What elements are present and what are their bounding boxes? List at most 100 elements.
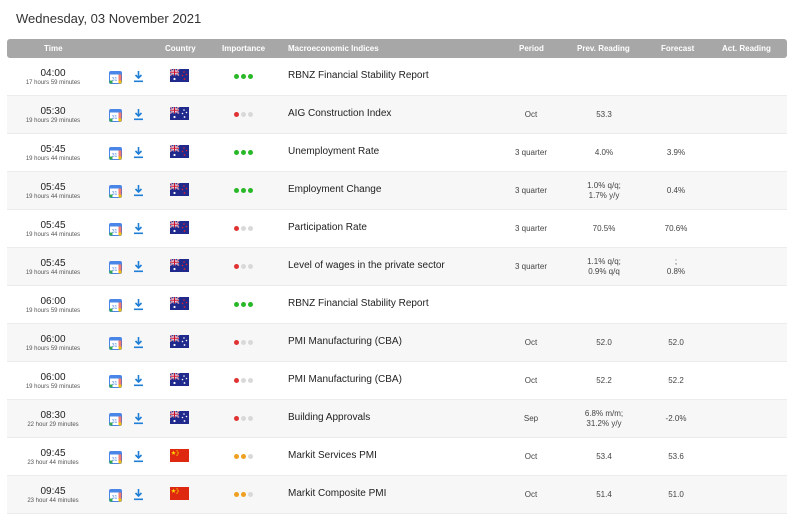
importance-indicator <box>234 416 255 422</box>
china-flag-icon <box>170 449 189 462</box>
period-cell: 3 quarter <box>514 262 548 271</box>
indicator-name[interactable]: PMI Manufacturing (CBA) <box>288 374 402 385</box>
time-cell: 06:00 19 hours 59 minutes <box>7 372 99 391</box>
prev-reading-cell: 1.0% q/q; 1.7% y/y <box>587 181 621 200</box>
calendar-icon[interactable]: 31 <box>109 337 122 350</box>
table-row[interactable]: 08:30 22 hour 29 minutes 31 Building Approv… <box>7 400 787 438</box>
time-remaining: 19 hours 44 minutes <box>25 194 81 200</box>
download-icon[interactable] <box>133 374 144 387</box>
download-icon[interactable] <box>133 260 144 273</box>
table-row[interactable]: 05:45 19 hours 44 minutes 31 Unemployment R… <box>7 134 787 172</box>
header-time[interactable]: Time <box>44 44 63 53</box>
importance-dot <box>248 302 253 307</box>
period-cell: Oct <box>524 452 538 461</box>
download-icon[interactable] <box>133 298 144 311</box>
header-actual[interactable]: Act. Reading <box>722 44 771 53</box>
calendar-icon[interactable]: 31 <box>109 223 122 236</box>
calendar-icon[interactable]: 31 <box>109 109 122 122</box>
importance-dot <box>248 416 253 421</box>
download-icon[interactable] <box>133 108 144 121</box>
indicator-name[interactable]: PMI Manufacturing (CBA) <box>288 336 402 347</box>
header-indicator[interactable]: Macroeconomic Indices <box>288 44 379 53</box>
calendar-icon[interactable]: 31 <box>109 413 122 426</box>
importance-indicator <box>234 340 255 346</box>
download-icon[interactable] <box>133 488 144 501</box>
australia-flag-icon <box>169 334 189 348</box>
indicator-name[interactable]: RBNZ Financial Stability Report <box>288 298 429 309</box>
period-cell: Oct <box>524 338 538 347</box>
indicator-name[interactable]: Markit Services PMI <box>288 450 377 461</box>
importance-dot <box>241 416 246 421</box>
importance-dot <box>234 112 239 117</box>
header-prev[interactable]: Prev. Reading <box>577 44 630 53</box>
indicator-name[interactable]: Markit Composite PMI <box>288 488 386 499</box>
importance-dot <box>234 302 239 307</box>
download-icon[interactable] <box>133 450 144 463</box>
calendar-icon[interactable]: 31 <box>109 71 122 84</box>
event-time: 05:45 <box>40 182 66 193</box>
importance-indicator <box>234 226 255 232</box>
event-time: 05:45 <box>40 258 66 269</box>
table-row[interactable]: 09:45 23 hour 44 minutes 31 Markit Services… <box>7 438 787 476</box>
table-header: Time Country Importance Macroeconomic In… <box>7 39 787 58</box>
calendar-icon[interactable]: 31 <box>109 147 122 160</box>
importance-indicator <box>234 378 255 384</box>
importance-dot <box>241 150 246 155</box>
table-row[interactable]: 05:45 19 hours 44 minutes 31 Employment Cha… <box>7 172 787 210</box>
indicator-name[interactable]: Participation Rate <box>288 222 367 233</box>
event-time: 05:45 <box>40 144 66 155</box>
importance-dot <box>241 112 246 117</box>
table-row[interactable]: 05:45 19 hours 44 minutes 31 Participation … <box>7 210 787 248</box>
svg-text:31: 31 <box>112 115 118 121</box>
table-row[interactable]: 09:45 23 hour 44 minutes 31 Markit Composit… <box>7 476 787 514</box>
time-cell: 05:30 19 hours 29 minutes <box>7 106 99 125</box>
header-period[interactable]: Period <box>519 44 544 53</box>
calendar-icon[interactable]: 31 <box>109 299 122 312</box>
table-row[interactable]: 05:30 19 hours 29 minutes 31 AIG Constructi… <box>7 96 787 134</box>
download-icon[interactable] <box>133 336 144 349</box>
table-row[interactable]: 06:00 19 hours 59 minutes 31 PMI Manufactur… <box>7 324 787 362</box>
prev-reading-cell: 51.4 <box>596 490 612 499</box>
new-zealand-flag-icon <box>169 182 189 196</box>
importance-dot <box>248 150 253 155</box>
header-forecast[interactable]: Forecast <box>661 44 694 53</box>
time-remaining: 23 hour 44 minutes <box>27 498 79 504</box>
calendar-icon[interactable]: 31 <box>109 185 122 198</box>
importance-dot <box>234 492 239 497</box>
period-cell: Oct <box>524 490 538 499</box>
download-icon[interactable] <box>133 70 144 83</box>
svg-text:31: 31 <box>112 457 118 463</box>
table-row[interactable]: 04:00 17 hours 59 minutes 31 RBNZ Financial… <box>7 58 787 96</box>
importance-dot <box>248 378 253 383</box>
header-importance[interactable]: Importance <box>222 44 265 53</box>
indicator-name[interactable]: RBNZ Financial Stability Report <box>288 70 429 81</box>
time-cell: 09:45 23 hour 44 minutes <box>7 448 99 467</box>
indicator-name[interactable]: Building Approvals <box>288 412 370 423</box>
importance-dot <box>248 226 253 231</box>
forecast-cell: -2.0% <box>665 414 687 423</box>
svg-text:31: 31 <box>112 495 118 501</box>
table-row[interactable]: 06:00 19 hours 59 minutes 31 PMI Manufactur… <box>7 362 787 400</box>
download-icon[interactable] <box>133 184 144 197</box>
download-icon[interactable] <box>133 146 144 159</box>
calendar-icon[interactable]: 31 <box>109 375 122 388</box>
importance-dot <box>248 492 253 497</box>
calendar-icon[interactable]: 31 <box>109 451 122 464</box>
table-row[interactable]: 05:45 19 hours 44 minutes 31 Level of wages… <box>7 248 787 286</box>
calendar-icon[interactable]: 31 <box>109 261 122 274</box>
indicator-name[interactable]: Employment Change <box>288 184 381 195</box>
download-icon[interactable] <box>133 222 144 235</box>
calendar-icon[interactable]: 31 <box>109 489 122 502</box>
importance-dot <box>241 302 246 307</box>
table-row[interactable]: 06:00 19 hours 59 minutes 31 RBNZ Financial… <box>7 286 787 324</box>
header-country[interactable]: Country <box>165 44 196 53</box>
time-cell: 05:45 19 hours 44 minutes <box>7 182 99 201</box>
event-time: 06:00 <box>40 334 66 345</box>
time-remaining: 22 hour 29 minutes <box>27 422 79 428</box>
download-icon[interactable] <box>133 412 144 425</box>
indicator-name[interactable]: Level of wages in the private sector <box>288 260 445 271</box>
indicator-name[interactable]: Unemployment Rate <box>288 146 379 157</box>
time-cell: 05:45 19 hours 44 minutes <box>7 258 99 277</box>
australia-flag-icon <box>169 372 189 386</box>
indicator-name[interactable]: AIG Construction Index <box>288 108 391 119</box>
